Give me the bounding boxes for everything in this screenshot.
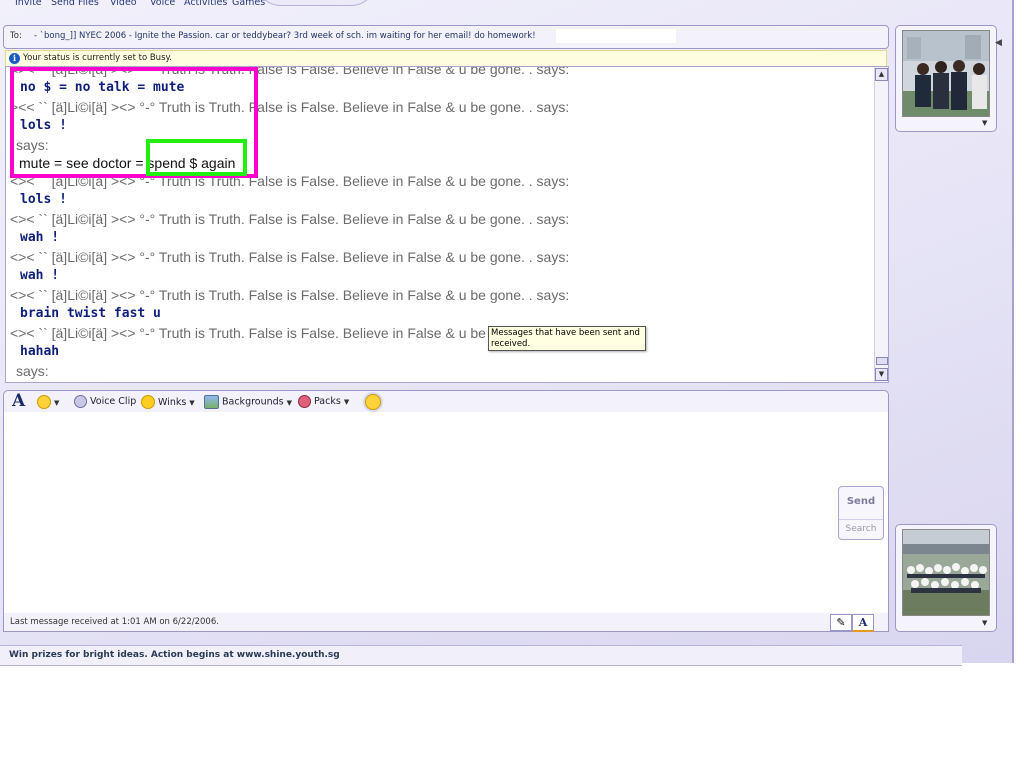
voice-clip-button[interactable]: Voice Clip [74, 395, 136, 408]
speaker-icon [74, 395, 87, 408]
contact-photo [902, 30, 990, 117]
wink-icon [141, 395, 155, 409]
sender-line: <>< `` [ä]Li©i[ä] ><> °-° Truth is Truth… [10, 287, 570, 303]
smiley-icon [37, 395, 51, 409]
packs-label: Packs [314, 396, 341, 407]
nudge-button[interactable] [365, 394, 381, 410]
menu-bar: Invite Send Files Video Voice Activities… [0, 0, 300, 12]
menu-activities[interactable]: Activities [184, 0, 227, 8]
backgrounds-button[interactable]: Backgrounds ▼ [204, 395, 292, 409]
chevron-down-icon: ▼ [286, 398, 293, 407]
scroll-down-icon[interactable]: ▼ [875, 368, 888, 381]
search-button[interactable]: Search [839, 519, 883, 538]
nudge-icon [365, 394, 381, 410]
handwriting-icon[interactable]: ✎ [830, 614, 852, 631]
send-button[interactable]: Send [839, 487, 883, 517]
message-line: hahah [20, 344, 60, 359]
sender-line: <>< `` [ä]Li©i[ä] ><> °-° Truth is Truth… [10, 211, 570, 227]
status-text: Your status is currently set to Busy. [23, 53, 173, 63]
winks-button[interactable]: Winks ▼ [141, 395, 195, 409]
menu-games[interactable]: Games [232, 0, 265, 8]
last-message-bar: Last message received at 1:01 AM on 6/22… [3, 613, 889, 632]
annotation-green-box [146, 139, 247, 176]
recipient-name[interactable]: - `bong_]] NYEC 2006 - Ignite the Passio… [34, 31, 536, 41]
message-line: lols ! [20, 192, 67, 207]
compose-toolbar: A ▼ Voice Clip Winks ▼ Backgrounds ▼ Packs… [3, 390, 889, 414]
emoticon-button[interactable]: ▼ [37, 395, 59, 409]
chevron-down-icon: ▼ [189, 398, 195, 407]
contact-photo-image [903, 31, 989, 116]
menu-invite[interactable]: Invite [15, 0, 42, 8]
info-icon: i [9, 53, 20, 64]
last-message-text: Last message received at 1:01 AM on 6/22… [10, 617, 219, 627]
winks-label: Winks [158, 396, 187, 408]
sender-line: <>< `` [ä]Li©i[ä] ><> °-° Truth is Truth… [10, 249, 570, 265]
my-display-picture[interactable]: ▼ [895, 524, 997, 632]
history-tooltip: Messages that have been sent and receive… [488, 326, 646, 351]
messenger-window: Invite Send Files Video Voice Activities… [0, 0, 1014, 663]
packs-button[interactable]: Packs ▼ [298, 395, 349, 408]
font-button[interactable]: A [12, 391, 25, 411]
chevron-down-icon: ▼ [343, 398, 350, 406]
voice-clip-label: Voice Clip [90, 396, 137, 407]
sender-line: says: [16, 363, 49, 379]
menu-arc-decoration [255, 0, 377, 6]
message-compose-area[interactable] [3, 412, 889, 614]
to-label: To: [10, 31, 22, 41]
picture-icon [204, 395, 219, 409]
scroll-thumb[interactable] [876, 357, 888, 365]
history-scrollbar[interactable]: ▲ ▼ [874, 67, 888, 382]
recipient-redacted [556, 29, 676, 43]
menu-video[interactable]: Video [110, 0, 137, 8]
chevron-down-icon[interactable]: ▼ [982, 119, 987, 127]
footer-ad-text[interactable]: Win prizes for bright ideas. Action begi… [9, 650, 340, 660]
send-group: Send Search [838, 486, 884, 540]
message-line: wah ! [20, 230, 60, 245]
menu-send-files[interactable]: Send Files [51, 0, 99, 8]
collapse-arrow-icon[interactable]: ◀ [995, 38, 1002, 48]
message-line: wah ! [20, 268, 60, 283]
scroll-up-icon[interactable]: ▲ [875, 68, 888, 81]
my-photo [902, 529, 990, 616]
type-mode-icon[interactable]: A [852, 614, 874, 632]
busy-status-notice: i Your status is currently set to Busy. [5, 50, 887, 67]
my-photo-image [903, 530, 989, 615]
message-line: brain twist fast u [20, 306, 161, 321]
contact-display-picture[interactable]: ▼ [895, 25, 997, 132]
menu-voice[interactable]: Voice [150, 0, 175, 8]
gift-icon [298, 395, 311, 408]
footer-ad-bar[interactable]: Win prizes for bright ideas. Action begi… [0, 645, 962, 666]
chevron-down-icon: ▼ [54, 398, 60, 407]
chevron-down-icon[interactable]: ▼ [982, 619, 987, 627]
sender-line: <>< `` [ä]Li©i[ä] ><> °-° Truth is Truth… [10, 325, 570, 341]
backgrounds-label: Backgrounds [222, 396, 284, 408]
to-bar: To: - `bong_]] NYEC 2006 - Ignite the Pa… [3, 25, 889, 49]
